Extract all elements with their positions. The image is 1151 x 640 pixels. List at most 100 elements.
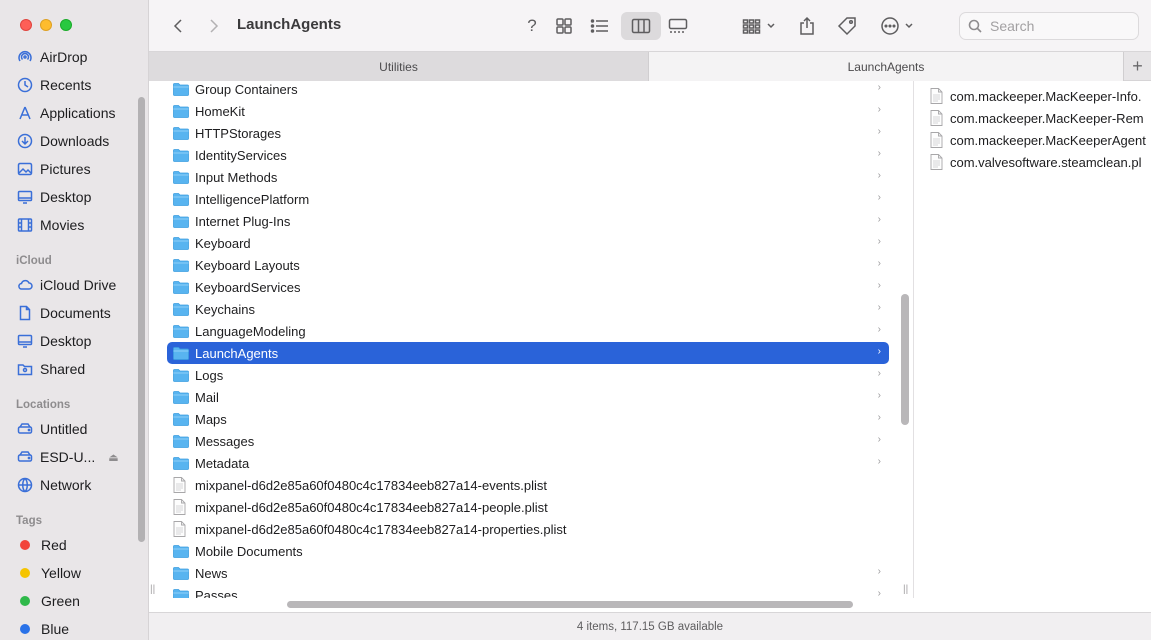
folder-row[interactable]: Group Containers › — [167, 81, 889, 100]
folder-row[interactable]: Mobile Documents — [167, 540, 889, 562]
more-actions-button[interactable] — [877, 12, 917, 40]
sidebar-item[interactable]: Recents — [16, 74, 91, 96]
file-row[interactable]: mixpanel-d6d2e85a60f0480c4c17834eeb827a1… — [167, 518, 889, 540]
folder-row[interactable]: Keychains › — [167, 298, 889, 320]
item-name: HTTPStorages — [195, 125, 281, 141]
sidebar-item[interactable]: Downloads — [16, 130, 109, 152]
document-icon — [930, 154, 943, 170]
tab-bar: Utilities LaunchAgents + — [149, 52, 1151, 81]
sidebar-item[interactable]: Network — [16, 474, 91, 496]
folder-row[interactable]: Messages › — [167, 430, 889, 452]
chevron-right-icon: › — [877, 368, 881, 379]
folder-row[interactable]: IdentityServices › — [167, 144, 889, 166]
file-row[interactable]: mixpanel-d6d2e85a60f0480c4c17834eeb827a1… — [167, 474, 889, 496]
folder-row[interactable]: Input Methods › — [167, 166, 889, 188]
drive-icon — [16, 449, 33, 466]
item-name: Logs — [195, 367, 224, 383]
status-text: 4 items, 117.15 GB available — [576, 620, 724, 633]
chevron-right-icon: › — [877, 390, 881, 401]
folder-row[interactable]: Internet Plug-Ins › — [167, 210, 889, 232]
view-icons-button[interactable] — [551, 12, 577, 40]
tag-button[interactable] — [835, 12, 859, 40]
folder-row[interactable]: IntelligencePlatform › — [167, 188, 889, 210]
sidebar-item[interactable]: Untitled — [16, 418, 87, 440]
sidebar-section-header: Locations — [16, 399, 71, 411]
file-row[interactable]: com.mackeeper.MacKeeperAgent — [930, 129, 1146, 151]
folder-row[interactable]: HTTPStorages › — [167, 122, 889, 144]
folder-row[interactable]: HomeKit › — [167, 100, 889, 122]
close-window-button[interactable] — [20, 19, 32, 31]
folder-row[interactable]: LaunchAgents › — [167, 342, 889, 364]
sidebar-item[interactable]: AirDrop — [16, 46, 87, 68]
sidebar-tag[interactable]: Yellow — [16, 562, 81, 584]
new-tab-button[interactable]: + — [1123, 52, 1151, 81]
folder-row[interactable]: Metadata › — [167, 452, 889, 474]
column-resize-handle[interactable]: || — [150, 584, 155, 595]
view-gallery-button[interactable] — [665, 12, 691, 40]
item-name: IdentityServices — [195, 147, 287, 163]
folder-row[interactable]: Maps › — [167, 408, 889, 430]
tab-utilities[interactable]: Utilities — [149, 52, 649, 81]
sidebar-item-label: Network — [40, 477, 92, 493]
photo-icon — [16, 161, 33, 178]
sidebar-item[interactable]: Desktop — [16, 330, 91, 352]
item-name: Keyboard — [195, 235, 251, 251]
sidebar-item[interactable]: Documents — [16, 302, 111, 324]
folder-icon — [173, 390, 189, 404]
sidebar-tag[interactable]: Green — [16, 590, 80, 612]
chevron-right-icon: › — [877, 346, 881, 357]
folder-row[interactable]: Mail › — [167, 386, 889, 408]
forward-button[interactable] — [203, 12, 225, 40]
file-row[interactable]: com.mackeeper.MacKeeper-Info. — [930, 85, 1141, 107]
folder-row[interactable]: News › — [167, 562, 889, 584]
sidebar-item[interactable]: Pictures — [16, 158, 91, 180]
sidebar-item[interactable]: Movies — [16, 214, 84, 236]
column-resize-handle[interactable]: || — [903, 584, 908, 595]
back-button[interactable] — [167, 12, 189, 40]
folder-row[interactable]: Logs › — [167, 364, 889, 386]
folder-row[interactable]: Passes › — [167, 584, 889, 598]
chevron-right-icon: › — [877, 412, 881, 423]
folder-row[interactable]: Keyboard Layouts › — [167, 254, 889, 276]
eject-icon[interactable]: ⏏ — [108, 451, 118, 464]
folder-row[interactable]: LanguageModeling › — [167, 320, 889, 342]
folder-row[interactable]: KeyboardServices › — [167, 276, 889, 298]
sidebar-item-label: Desktop — [40, 189, 92, 205]
file-row[interactable]: com.mackeeper.MacKeeper-Rem — [930, 107, 1144, 129]
horizontal-scrollbar[interactable] — [287, 601, 853, 608]
sidebar-tag[interactable]: Red — [16, 534, 67, 556]
share-button[interactable] — [795, 12, 819, 40]
minimize-window-button[interactable] — [40, 19, 52, 31]
sidebar-item-label: Yellow — [41, 565, 81, 581]
sidebar-item-label: Movies — [40, 217, 85, 233]
chevron-right-icon: › — [877, 104, 881, 115]
sidebar-scrollbar[interactable] — [138, 97, 145, 542]
folder-icon — [173, 544, 189, 558]
cloud-icon — [16, 277, 33, 294]
sidebar-item[interactable]: iCloud Drive — [16, 274, 116, 296]
sidebar-tag[interactable]: Blue — [16, 618, 69, 640]
group-by-button[interactable] — [739, 12, 779, 40]
search-field[interactable]: Search — [959, 12, 1139, 40]
folder-icon — [173, 346, 189, 360]
file-row[interactable]: com.valvesoftware.steamclean.pl — [930, 151, 1141, 173]
view-list-button[interactable] — [587, 12, 613, 40]
column-scrollbar[interactable] — [901, 294, 909, 425]
sidebar-item[interactable]: Applications — [16, 102, 116, 124]
item-name: Mail — [195, 389, 219, 405]
sidebar-item[interactable]: Shared — [16, 358, 85, 380]
sidebar-item[interactable]: ESD-U... ⏏ — [16, 446, 119, 468]
folder-icon — [173, 368, 189, 382]
toolbar: LaunchAgents ? Search — [149, 0, 1151, 52]
tab-launchagents[interactable]: LaunchAgents — [649, 52, 1123, 81]
folder-row[interactable]: Keyboard › — [167, 232, 889, 254]
maximize-window-button[interactable] — [60, 19, 72, 31]
view-columns-button[interactable] — [621, 12, 661, 40]
sidebar-item[interactable]: Desktop — [16, 186, 91, 208]
folder-icon — [173, 192, 189, 206]
help-button[interactable]: ? — [521, 12, 543, 40]
chevron-right-icon: › — [877, 148, 881, 159]
sidebar-item-label: ESD-U... — [40, 449, 96, 465]
file-row[interactable]: mixpanel-d6d2e85a60f0480c4c17834eeb827a1… — [167, 496, 889, 518]
chevron-right-icon: › — [877, 566, 881, 577]
